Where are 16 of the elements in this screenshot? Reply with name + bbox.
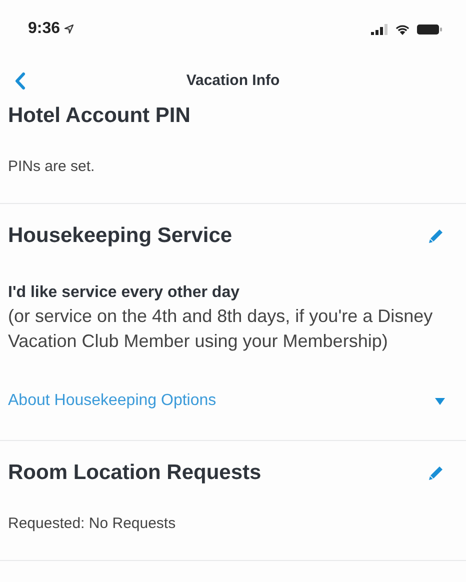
section-text: PINs are set. bbox=[8, 157, 96, 177]
pencil-icon bbox=[428, 228, 444, 244]
service-choice: I'd like service every other day bbox=[8, 284, 240, 302]
back-chevron-icon bbox=[14, 72, 26, 90]
pencil-icon bbox=[428, 465, 444, 481]
about-options-link[interactable]: About Housekeeping Options bbox=[8, 354, 446, 440]
section-text: Requested: No Requests bbox=[8, 514, 177, 534]
section-heading: Room Location Requests bbox=[8, 461, 262, 485]
signal-icon bbox=[371, 24, 388, 34]
service-note: (or service on the 4th and 8th days, if you're a Disney Vacation Club Member using your Membership) bbox=[8, 305, 434, 353]
status-time: 9:36 bbox=[28, 20, 60, 38]
section-heading: Hotel Account PIN bbox=[8, 104, 190, 128]
battery-icon bbox=[417, 24, 442, 34]
screen-title: Vacation Info bbox=[186, 72, 280, 88]
section-heading: Housekeeping Service bbox=[8, 224, 232, 248]
wifi-icon bbox=[395, 24, 410, 34]
